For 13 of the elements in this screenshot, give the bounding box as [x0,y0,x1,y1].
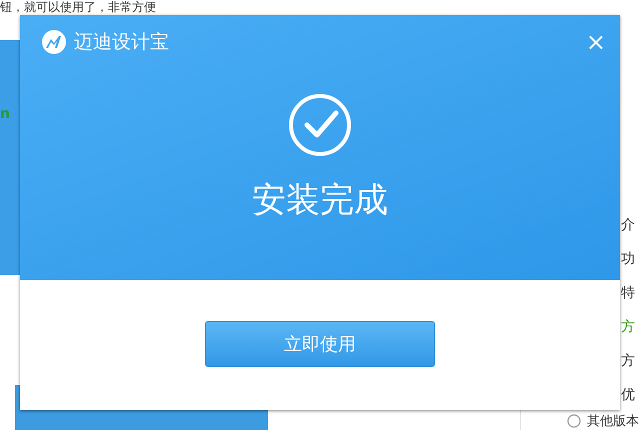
intro-text: 钮，就可以使用了，非常方便 [0,0,157,16]
nav-link[interactable]: 功 [621,242,640,276]
nav-link[interactable]: 方 [621,344,640,378]
check-circle-icon [288,93,352,157]
dialog-title: 迈迪设计宝 [74,30,170,55]
nav-link[interactable]: 方 [621,310,640,344]
banner-text: n [0,106,11,122]
nav-link[interactable]: 特 [621,276,640,310]
nav-link[interactable]: 优 [621,378,640,412]
completion-message: 安装完成 [252,179,388,222]
nav-link[interactable]: 介 [621,208,640,242]
nav-link[interactable]: 其他版本 [587,412,639,430]
logo-icon [42,30,66,54]
